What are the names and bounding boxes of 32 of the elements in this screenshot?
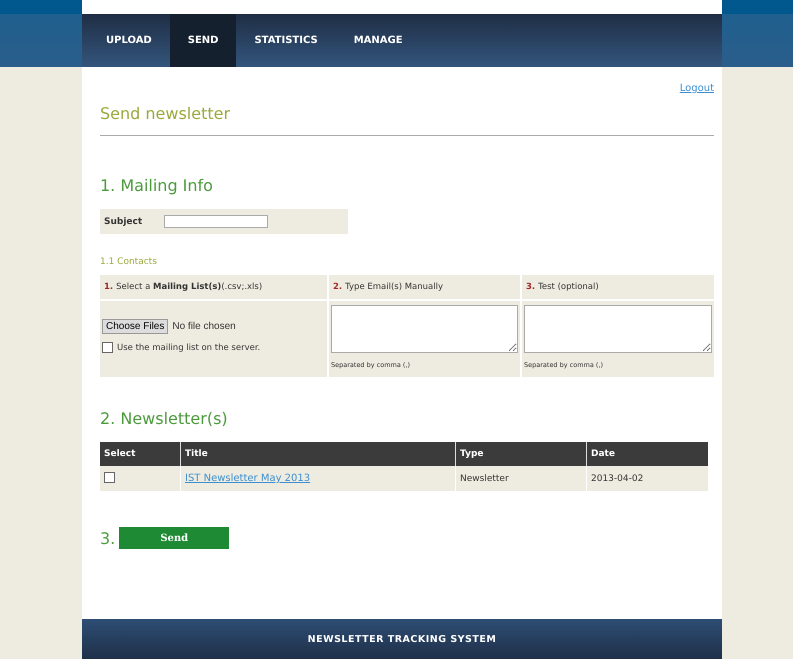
step-number: 1. [104,282,114,292]
section-heading: 2. Newsletter(s) [100,409,229,428]
nav-tab[interactable]: UPLOAD [88,14,170,67]
checkbox-label: Use the mailing list on the server. [117,342,260,352]
send-button[interactable]: Send [119,527,230,549]
email-field[interactable] [524,305,712,353]
step-number: 3. [100,528,116,548]
file-status: No file chosen [172,321,236,332]
column-header: Date [586,442,708,466]
column-label: Select a Mailing List(s)(.csv;.xls) [116,282,262,292]
step-number: 3. [526,282,536,292]
nav-tab[interactable]: SEND [170,14,236,67]
table-cell: 2013-04-02 [586,466,708,491]
step-number: 2. [333,282,342,292]
email-field[interactable] [331,305,518,353]
subject-label: Subject [104,216,142,226]
nav-tab[interactable]: MANAGE [336,14,421,67]
table-cell: Newsletter [455,466,586,491]
column-label: Type Email(s) Manually [345,282,444,292]
column-header: Type [455,442,586,466]
subject-field[interactable] [164,215,268,228]
choose-files-button[interactable]: Choose Files [102,319,168,334]
footer-text: NEWSLETTER TRACKING SYSTEM [308,634,496,644]
nav-tab[interactable]: STATISTICS [236,14,336,67]
checkbox[interactable] [102,342,113,353]
column-header: Title [180,442,455,466]
checkbox[interactable] [104,472,115,482]
column-label: Test (optional) [538,282,599,292]
subsection-heading: 1.1 Contacts [100,257,158,267]
column-header: Select [100,442,180,466]
section-heading: 1. Mailing Info [100,176,214,195]
page-title: Send newsletter [100,104,232,123]
